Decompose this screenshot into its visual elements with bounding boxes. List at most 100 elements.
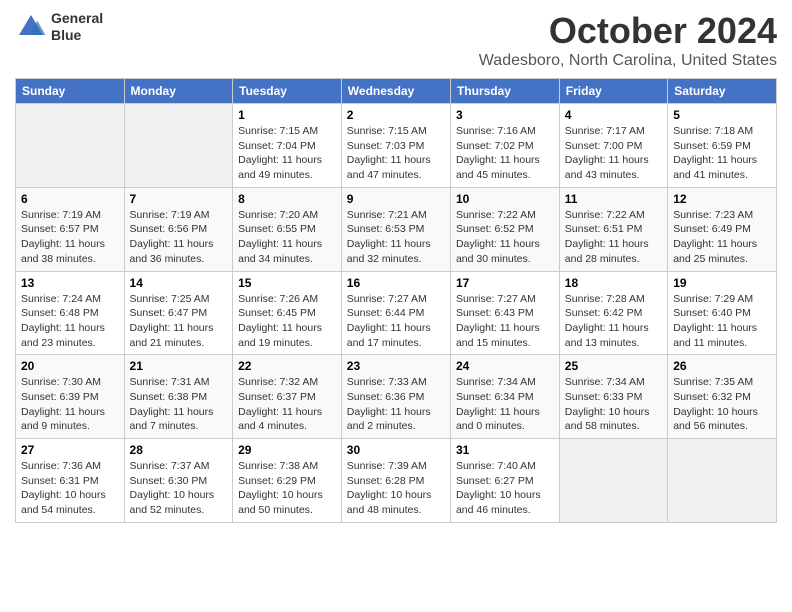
day-number: 1 [238,108,336,122]
calendar-day-cell: 13Sunrise: 7:24 AM Sunset: 6:48 PM Dayli… [16,271,125,355]
day-detail: Sunrise: 7:25 AM Sunset: 6:47 PM Dayligh… [130,292,228,351]
day-number: 20 [21,359,119,373]
day-number: 26 [673,359,771,373]
calendar-day-cell: 31 Sunrise: 7:40 AM Sunset: 6:27 PM Dayli… [450,439,559,523]
calendar-day-cell: 3 Sunrise: 7:16 AM Sunset: 7:02 PM Daylig… [450,104,559,188]
calendar-day-cell: 27 Sunrise: 7:36 AM Sunset: 6:31 PM Dayli… [16,439,125,523]
logo-icon [15,11,47,43]
day-detail: Sunrise: 7:37 AM Sunset: 6:30 PM Dayligh… [130,459,228,518]
day-number: 10 [456,192,554,206]
day-detail: Sunrise: 7:32 AM Sunset: 6:37 PM Dayligh… [238,375,336,434]
day-number: 7 [130,192,228,206]
day-detail: Sunrise: 7:29 AM Sunset: 6:40 PM Dayligh… [673,292,771,351]
calendar-day-cell [559,439,667,523]
day-detail: Sunrise: 7:31 AM Sunset: 6:38 PM Dayligh… [130,375,228,434]
calendar-day-cell: 10 Sunrise: 7:22 AM Sunset: 6:52 PM Dayli… [450,187,559,271]
day-detail: Sunrise: 7:30 AM Sunset: 6:39 PM Dayligh… [21,375,119,434]
calendar-day-cell: 24 Sunrise: 7:34 AM Sunset: 6:34 PM Dayli… [450,355,559,439]
day-number: 29 [238,443,336,457]
day-detail: Sunrise: 7:19 AM Sunset: 6:56 PM Dayligh… [130,208,228,267]
day-number: 13 [21,276,119,290]
calendar-day-cell: 22 Sunrise: 7:32 AM Sunset: 6:37 PM Dayli… [233,355,342,439]
calendar-day-cell: 20 Sunrise: 7:30 AM Sunset: 6:39 PM Dayli… [16,355,125,439]
day-number: 21 [130,359,228,373]
day-detail: Sunrise: 7:23 AM Sunset: 6:49 PM Dayligh… [673,208,771,267]
location-title: Wadesboro, North Carolina, United States [479,52,777,70]
day-detail: Sunrise: 7:40 AM Sunset: 6:27 PM Dayligh… [456,459,554,518]
day-detail: Sunrise: 7:16 AM Sunset: 7:02 PM Dayligh… [456,124,554,183]
calendar-day-cell: 14 Sunrise: 7:25 AM Sunset: 6:47 PM Dayli… [124,271,233,355]
day-detail: Sunrise: 7:20 AM Sunset: 6:55 PM Dayligh… [238,208,336,267]
day-detail: Sunrise: 7:22 AM Sunset: 6:52 PM Dayligh… [456,208,554,267]
day-number: 14 [130,276,228,290]
day-detail: Sunrise: 7:28 AM Sunset: 6:42 PM Dayligh… [565,292,662,351]
day-detail: Sunrise: 7:33 AM Sunset: 6:36 PM Dayligh… [347,375,445,434]
weekday-header: Thursday [450,79,559,104]
logo-line1: General [51,10,103,27]
weekday-header: Sunday [16,79,125,104]
day-number: 22 [238,359,336,373]
day-detail: Sunrise: 7:34 AM Sunset: 6:33 PM Dayligh… [565,375,662,434]
logo-line2: Blue [51,27,103,44]
calendar-day-cell: 15 Sunrise: 7:26 AM Sunset: 6:45 PM Dayli… [233,271,342,355]
calendar-day-cell: 17 Sunrise: 7:27 AM Sunset: 6:43 PM Dayli… [450,271,559,355]
day-detail: Sunrise: 7:22 AM Sunset: 6:51 PM Dayligh… [565,208,662,267]
day-number: 30 [347,443,445,457]
calendar-day-cell: 1 Sunrise: 7:15 AM Sunset: 7:04 PM Daylig… [233,104,342,188]
day-number: 27 [21,443,119,457]
calendar-day-cell: 9Sunrise: 7:21 AM Sunset: 6:53 PM Daylig… [341,187,450,271]
day-number: 3 [456,108,554,122]
calendar-day-cell: 8 Sunrise: 7:20 AM Sunset: 6:55 PM Daylig… [233,187,342,271]
day-number: 31 [456,443,554,457]
calendar-day-cell: 26 Sunrise: 7:35 AM Sunset: 6:32 PM Dayli… [668,355,777,439]
weekday-header: Monday [124,79,233,104]
day-number: 16 [347,276,445,290]
calendar-day-cell: 23 Sunrise: 7:33 AM Sunset: 6:36 PM Dayli… [341,355,450,439]
day-number: 5 [673,108,771,122]
day-detail: Sunrise: 7:27 AM Sunset: 6:43 PM Dayligh… [456,292,554,351]
day-number: 11 [565,192,662,206]
calendar-day-cell: 12Sunrise: 7:23 AM Sunset: 6:49 PM Dayli… [668,187,777,271]
calendar-day-cell: 28 Sunrise: 7:37 AM Sunset: 6:30 PM Dayli… [124,439,233,523]
logo: General Blue [15,10,103,44]
day-number: 24 [456,359,554,373]
day-number: 28 [130,443,228,457]
title-area: October 2024 Wadesboro, North Carolina, … [479,10,777,70]
day-detail: Sunrise: 7:15 AM Sunset: 7:04 PM Dayligh… [238,124,336,183]
day-detail: Sunrise: 7:19 AM Sunset: 6:57 PM Dayligh… [21,208,119,267]
calendar-week-row: 1 Sunrise: 7:15 AM Sunset: 7:04 PM Daylig… [16,104,777,188]
day-detail: Sunrise: 7:34 AM Sunset: 6:34 PM Dayligh… [456,375,554,434]
calendar-day-cell: 21 Sunrise: 7:31 AM Sunset: 6:38 PM Dayli… [124,355,233,439]
calendar-day-cell: 30 Sunrise: 7:39 AM Sunset: 6:28 PM Dayli… [341,439,450,523]
day-number: 19 [673,276,771,290]
calendar-week-row: 13Sunrise: 7:24 AM Sunset: 6:48 PM Dayli… [16,271,777,355]
calendar-day-cell: 4 Sunrise: 7:17 AM Sunset: 7:00 PM Daylig… [559,104,667,188]
day-number: 4 [565,108,662,122]
calendar-table: SundayMondayTuesdayWednesdayThursdayFrid… [15,78,777,523]
month-title: October 2024 [479,10,777,52]
calendar-day-cell: 11 Sunrise: 7:22 AM Sunset: 6:51 PM Dayli… [559,187,667,271]
calendar-day-cell: 5 Sunrise: 7:18 AM Sunset: 6:59 PM Daylig… [668,104,777,188]
day-number: 17 [456,276,554,290]
weekday-header: Saturday [668,79,777,104]
day-number: 8 [238,192,336,206]
day-detail: Sunrise: 7:36 AM Sunset: 6:31 PM Dayligh… [21,459,119,518]
day-detail: Sunrise: 7:39 AM Sunset: 6:28 PM Dayligh… [347,459,445,518]
calendar-header-row: SundayMondayTuesdayWednesdayThursdayFrid… [16,79,777,104]
day-number: 23 [347,359,445,373]
page-header: General Blue October 2024 Wadesboro, Nor… [15,10,777,70]
calendar-day-cell [124,104,233,188]
calendar-day-cell: 25 Sunrise: 7:34 AM Sunset: 6:33 PM Dayli… [559,355,667,439]
day-detail: Sunrise: 7:18 AM Sunset: 6:59 PM Dayligh… [673,124,771,183]
day-detail: Sunrise: 7:35 AM Sunset: 6:32 PM Dayligh… [673,375,771,434]
day-number: 25 [565,359,662,373]
day-number: 15 [238,276,336,290]
calendar-day-cell: 18 Sunrise: 7:28 AM Sunset: 6:42 PM Dayli… [559,271,667,355]
day-number: 18 [565,276,662,290]
day-detail: Sunrise: 7:17 AM Sunset: 7:00 PM Dayligh… [565,124,662,183]
day-detail: Sunrise: 7:26 AM Sunset: 6:45 PM Dayligh… [238,292,336,351]
calendar-week-row: 20 Sunrise: 7:30 AM Sunset: 6:39 PM Dayli… [16,355,777,439]
weekday-header: Wednesday [341,79,450,104]
calendar-day-cell: 2Sunrise: 7:15 AM Sunset: 7:03 PM Daylig… [341,104,450,188]
day-detail: Sunrise: 7:21 AM Sunset: 6:53 PM Dayligh… [347,208,445,267]
